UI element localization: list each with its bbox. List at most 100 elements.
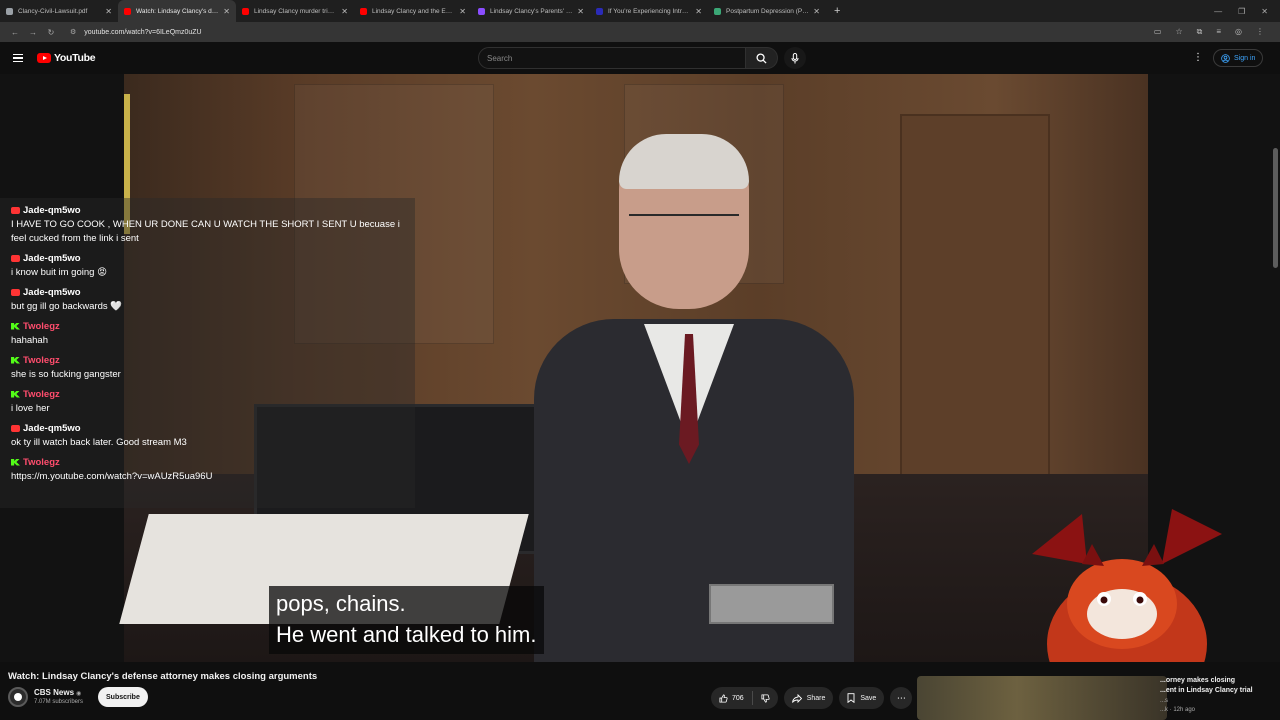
thumbs-up-icon [719,693,728,703]
settings-menu-icon[interactable]: ⋮ [1193,52,1203,63]
kick-logo-icon [11,356,20,364]
back-icon[interactable]: ← [6,28,24,37]
bookmark-icon [847,693,855,703]
tab-close-icon[interactable]: ✕ [459,7,466,16]
closed-captions: pops, chains. He went and talked to him. [269,586,545,654]
tab-close-icon[interactable]: ✕ [223,7,230,16]
search-input[interactable] [478,47,746,69]
search-button[interactable] [746,47,778,69]
video-actions: 706 Share Save ⋯ [711,687,913,709]
maximize-icon[interactable]: ❐ [1238,7,1245,16]
save-button[interactable]: Save [839,687,885,709]
chat-author-name: Jade-qm5wo [23,252,81,264]
chat-text: https://m.youtube.com/watch?v=wAUzR5ua96… [11,471,213,482]
podium [709,584,834,624]
recommended-video[interactable]: ...orney makes closing ...ent in Lindsay… [917,676,1277,720]
voice-search-button[interactable] [784,47,806,69]
channel-avatar[interactable] [8,687,28,707]
recommended-age: ...k · 12h ago [1160,707,1196,713]
tab-favicon-icon [360,7,367,15]
chat-text: i love her [11,403,50,414]
recommended-thumbnail[interactable] [917,676,1167,720]
like-dislike-group: 706 [711,687,778,709]
youtube-logo[interactable]: YouTube [37,52,96,64]
chat-author: Twolegz [11,354,415,366]
channel-name-text: CBS News [34,688,75,697]
guide-menu-icon[interactable] [13,53,23,63]
tab-close-icon[interactable]: ✕ [813,7,820,16]
tab-favicon-icon [478,7,485,15]
minimize-icon[interactable]: — [1214,7,1222,16]
chat-message: Twolegz hahahah [11,320,415,348]
site-info-icon[interactable]: ⚙ [70,28,76,36]
chat-message: Jade-qm5wo i know buit im going 😡 [11,252,415,280]
browser-tab[interactable]: Watch: Lindsay Clancy's defense ✕ [118,0,236,22]
tab-close-icon[interactable]: ✕ [341,7,348,16]
kick-logo-icon [11,390,20,398]
youtube-wordmark: YouTube [54,52,96,64]
thumbs-down-icon [761,693,770,703]
red-panda-mascot [1032,509,1222,662]
youtube-logo-icon [11,254,20,262]
browser-tab[interactable]: Clancy-Civil-Lawsuit.pdf ✕ [0,0,118,22]
browser-tab[interactable]: Lindsay Clancy's Parents' $1 Mi...✕ [472,0,590,22]
chat-author: Jade-qm5wo [11,286,415,298]
media-icon[interactable]: ≡ [1216,27,1221,37]
extensions-icon[interactable]: ⧉ [1197,27,1203,37]
video-player[interactable]: Jade-qm5wo I HAVE TO GO COOK , WHEN UR DO… [0,74,1280,662]
attorney-figure [524,134,864,662]
subscribe-button[interactable]: Subscribe [98,687,148,707]
browser-menu-icon[interactable]: ⋮ [1256,27,1264,37]
tab-title: Clancy-Civil-Lawsuit.pdf [18,7,88,15]
browser-tab[interactable]: If You're Experiencing Intrusive... ✕ [590,0,708,22]
recommended-title-line-1: ...orney makes closing [1160,677,1236,684]
account-icon [1221,53,1230,63]
browser-tab[interactable]: Postpartum Depression (PPD)... ✕ [708,0,826,22]
tab-favicon-icon [242,7,249,15]
search-icon [756,52,767,64]
tab-favicon-icon [596,7,603,15]
chat-author-name: Twolegz [23,456,60,468]
recommended-title[interactable]: ...orney makes closing ...ent in Lindsay… [1160,676,1270,696]
tab-title: Watch: Lindsay Clancy's defense [136,7,219,15]
recommended-channel: ...s [1160,698,1169,704]
browser-tab[interactable]: Lindsay Clancy and the Eviden... ✕ [354,0,472,22]
share-label: Share [806,694,826,702]
like-count: 706 [732,694,744,702]
chat-author: Twolegz [11,456,415,468]
tab-close-icon[interactable]: ✕ [695,7,702,16]
window-controls: — ❐ ✕ [1214,0,1280,22]
chat-author-name: Twolegz [23,388,60,400]
profile-icon[interactable]: ◎ [1235,27,1242,37]
share-button[interactable]: Share [783,687,834,709]
sign-in-button[interactable]: Sign in [1213,49,1264,67]
browser-tab[interactable]: Lindsay Clancy murder trial: Pr... ✕ [236,0,354,22]
kick-logo-icon [11,322,20,330]
like-button[interactable]: 706 [711,687,752,709]
channel-name[interactable]: CBS News ◉ [34,688,81,697]
tab-close-icon[interactable]: ✕ [105,7,112,16]
dislike-button[interactable] [753,687,778,709]
chat-message: Jade-qm5wo ok ty ill watch back later. Go… [11,422,415,450]
forward-icon[interactable]: → [24,28,42,37]
tab-close-icon[interactable]: ✕ [577,7,584,16]
reload-icon[interactable]: ↻ [42,28,60,37]
chat-author-name: Twolegz [23,354,60,366]
tab-list: Clancy-Civil-Lawsuit.pdf ✕ Watch: Lindsay … [0,0,826,22]
more-actions-icon[interactable]: ⋯ [890,687,913,709]
page-scrollbar[interactable] [1273,148,1278,268]
cast-icon[interactable]: ▭ [1154,27,1162,37]
youtube-play-icon [37,53,51,63]
tab-favicon-icon [124,7,131,15]
chat-message: Twolegz https://m.youtube.com/watch?v=wAU… [11,456,415,484]
close-window-icon[interactable]: ✕ [1261,7,1268,16]
hair [619,134,749,189]
youtube-logo-icon [11,424,20,432]
url-field[interactable]: ⚙ youtube.com/watch?v=6ILeQmz0uZU [64,24,1144,40]
new-tab-button[interactable]: + [826,5,848,17]
youtube-masthead: YouTube ⋮ Sign in [0,42,1280,74]
chat-text: I HAVE TO GO COOK , WHEN UR DONE CAN U W… [11,219,400,244]
chat-message: Jade-qm5wo but gg ill go backwards 🤍 [11,286,415,314]
kick-logo-icon [11,458,20,466]
bookmark-star-icon[interactable]: ☆ [1175,27,1182,37]
